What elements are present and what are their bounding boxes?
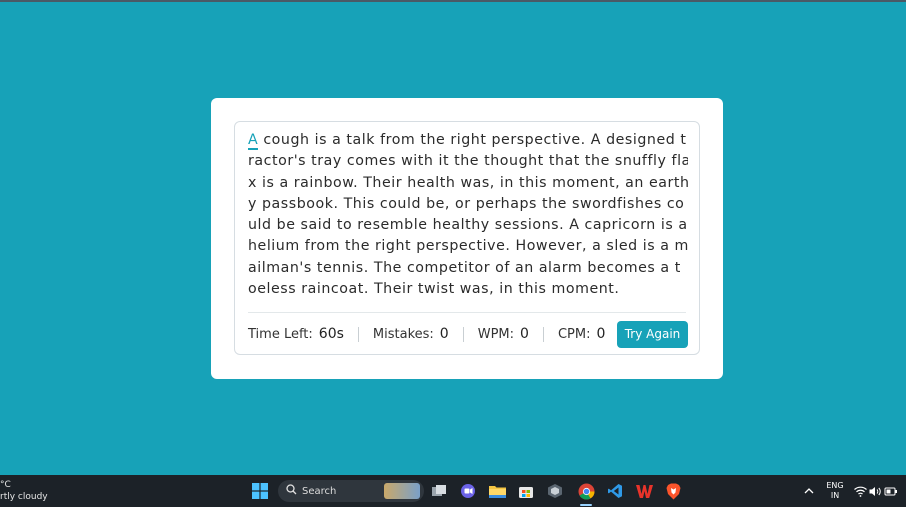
text-line-2: ractor's tray comes with it the thought …	[248, 153, 688, 170]
brave-icon[interactable]	[664, 482, 682, 500]
task-view-icon[interactable]	[430, 482, 448, 500]
taskbar-search-box[interactable]: Search	[278, 480, 424, 502]
cpm-stat: CPM: 0	[558, 326, 605, 342]
cpm-label: CPM:	[557, 326, 591, 342]
stat-separator	[357, 326, 359, 342]
stat-separator	[462, 326, 464, 342]
typing-text-area[interactable]: A cough is a talk from the right perspec…	[248, 130, 688, 300]
language-indicator[interactable]: ENG IN	[824, 481, 846, 501]
text-line-1: A cough is a talk from the right perspec…	[248, 130, 688, 151]
text-line-3: x is a rainbow. Their health was, in thi…	[248, 174, 688, 191]
wpm-value: 0	[520, 326, 529, 342]
wps-office-icon[interactable]	[635, 482, 653, 500]
region-code: IN	[830, 491, 840, 500]
search-highlight-image	[384, 483, 420, 499]
search-icon	[286, 484, 297, 498]
stats-bar: Time Left: 60s Mistakes: 0 WPM: 0 CPM: 0…	[248, 318, 688, 350]
time-left-label: Time Left:	[248, 326, 313, 342]
content-divider	[248, 312, 686, 313]
typing-test-wrapper: A cough is a talk from the right perspec…	[234, 121, 700, 355]
mistakes-value: 0	[439, 326, 449, 342]
chat-icon[interactable]	[459, 482, 477, 500]
text-line-6: helium from the right perspective. Howev…	[248, 238, 688, 255]
text-line-5: uld be said to resemble healthy sessions…	[248, 217, 688, 234]
active-app-indicator	[580, 504, 592, 506]
wpm-label: WPM:	[477, 326, 515, 342]
text-line-4: y passbook. This could be, or perhaps th…	[248, 195, 685, 212]
weather-description: rtly cloudy	[0, 492, 48, 502]
folder-icon[interactable]	[488, 482, 506, 500]
wpm-stat: WPM: 0	[478, 326, 529, 342]
stat-separator	[542, 326, 544, 342]
weather-temperature: °C	[0, 480, 11, 490]
cpm-value: 0	[596, 326, 606, 342]
try-again-button[interactable]: Try Again	[617, 320, 688, 348]
mistakes-stat: Mistakes: 0	[373, 326, 449, 342]
chrome-icon[interactable]	[577, 482, 595, 500]
text-line-7: ailman's tennis. The competitor of an al…	[248, 259, 681, 276]
time-left-stat: Time Left: 60s	[248, 326, 344, 342]
text-line-1-rest: cough is a talk from the right perspecti…	[258, 132, 687, 148]
current-character: A	[248, 132, 259, 150]
language-code: ENG	[826, 481, 844, 490]
windows-taskbar: °C rtly cloudy Search ENG IN	[0, 475, 906, 507]
search-label: Search	[302, 485, 337, 497]
window-top-edge	[0, 0, 906, 2]
battery-icon[interactable]	[882, 482, 900, 500]
vscode-icon[interactable]	[606, 482, 624, 500]
time-left-value: 60s	[318, 326, 344, 342]
windows-start-icon[interactable]	[251, 482, 269, 500]
text-line-8: oeless raincoat. Their twist was, in thi…	[248, 281, 620, 298]
store-icon[interactable]	[517, 482, 535, 500]
cube-app-icon[interactable]	[546, 482, 564, 500]
mistakes-label: Mistakes:	[372, 326, 434, 342]
weather-widget[interactable]: °C rtly cloudy	[0, 479, 48, 503]
typing-test-card: A cough is a talk from the right perspec…	[211, 98, 723, 379]
chevron-up-icon[interactable]	[800, 482, 818, 500]
